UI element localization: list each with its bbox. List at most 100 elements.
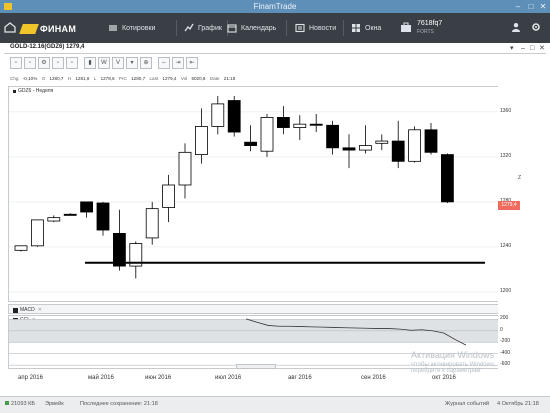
event-log-link[interactable]: Журнал событий [445,401,489,407]
x-tick-label: июл 2016 [215,375,242,381]
account-id: 7618fq7 [417,20,443,27]
home-icon[interactable] [4,22,16,33]
candle-body [326,124,340,149]
low-value: 1278,6 [100,76,115,81]
memory-status: 21093 КБ [5,401,35,407]
candle-body [47,217,61,222]
nav-chart-label: График [198,24,222,32]
logo-mark [19,23,39,34]
window-title: FinamTrade [253,2,297,11]
nav-news-button[interactable]: Новости [294,21,336,35]
candle-body [145,208,159,239]
minimize-chart-icon[interactable]: – [521,43,525,54]
date-value: 21:18 [223,76,236,81]
watermark-line-3: перейдите к параметрам [411,368,481,374]
quote-info-bar: Chg -0,10% O 1280,7 H 1281,6 L 1278,6 Pr… [10,76,238,81]
fit-icon[interactable]: ⇔ [158,57,170,69]
logo-text: ФИНАМ [40,23,77,34]
user-icon[interactable] [511,22,521,32]
prc-value: 1280,7 [131,76,146,81]
save-status: Последнее сохранение: 21:18 [80,401,158,407]
nav-calendar-label: Календарь [241,24,277,32]
high-label: H [67,76,72,81]
side-marker: Z [518,175,522,181]
close-icon[interactable]: ✕ [538,2,548,11]
open-doc-icon[interactable]: ▫ [24,57,36,69]
autoscroll-icon[interactable]: ⇤ [186,57,198,69]
cci-tick-label: -200 [500,338,511,345]
macd-pane-label: MACD ✕ [13,307,42,313]
settings-icon[interactable]: ⚙ [38,57,50,69]
maximize-chart-icon[interactable]: □ [530,43,534,54]
candles-icon[interactable]: ▮ [84,57,96,69]
nav-calendar-button[interactable]: Календарь [226,21,276,35]
status-dot-icon [5,401,9,405]
cci-tick-label: -400 [500,349,511,356]
nav-quotes-button[interactable]: Котировки [107,21,155,35]
maximize-icon[interactable]: □ [526,2,536,11]
vol-label: Vol [180,76,188,81]
candle-body [358,145,372,151]
scrollbar-thumb[interactable] [236,364,276,369]
nav-windows-button[interactable]: Окна [350,21,381,35]
y-tick-label: 1240 [500,242,512,249]
candle-body [113,233,126,267]
low-label: L [93,76,97,81]
finamtrade-app: FinamTrade – □ ✕ ФИНАМ Котировки График [0,0,550,413]
chart-window-title: GOLD-12.16(GDZ6) 1279,4 [10,44,85,50]
zoom-icon[interactable]: W [98,57,110,69]
template-icon[interactable]: ▫ [66,57,78,69]
y-axis: 120012401280132013602000-200-400-600 [498,86,546,369]
x-tick-label: июн 2016 [145,375,172,381]
pin-icon[interactable]: ▾ [510,43,514,54]
candle-body [63,213,77,216]
windows-icon [350,23,361,34]
close-pane-icon[interactable]: ✕ [38,307,42,313]
fit-right-icon[interactable]: ⇥ [172,57,184,69]
pane-marker-icon [13,307,18,313]
minimize-icon[interactable]: – [513,2,523,11]
toolbar-divider [176,20,177,36]
y-tick-label: 1200 [500,287,512,294]
calendar-icon [226,23,237,34]
candle-body [391,140,405,162]
x-tick-label: сен 2016 [361,375,386,381]
nav-windows-label: Окна [365,24,382,32]
watermark-line-1: Активация Windows [411,350,494,360]
x-tick-label: май 2016 [88,375,114,381]
candle-body [293,123,307,128]
toolbar-divider [286,20,287,36]
vol-value: 6020,8 [191,76,206,81]
nav-quotes-label: Котировки [122,24,156,32]
title-bar: FinamTrade – □ ✕ [0,0,550,13]
activation-watermark: Активация Windows Чтобы активировать Win… [411,350,496,374]
close-chart-icon[interactable]: ✕ [539,43,545,54]
crosshair-icon[interactable]: ⊕ [140,57,152,69]
candle-body [260,117,274,152]
mode-status: Эрвейк [45,401,64,407]
finam-logo: ФИНАМ [19,22,77,35]
candle-body [276,117,290,128]
indicator-icon[interactable]: ▾ [126,57,138,69]
wave-icon[interactable]: V [112,57,124,69]
candlestick-chart [9,96,499,293]
nav-chart-button[interactable]: График [183,21,222,35]
quotes-icon [107,23,118,34]
macd-pane-title: MACD [20,307,35,313]
account-selector[interactable]: 7618fq7 FORTS [400,20,480,37]
x-tick-label: апр 2016 [18,375,43,381]
candle-body [30,219,44,247]
new-doc-icon[interactable]: ▫ [10,57,22,69]
price-pane[interactable]: GDZ6 - Неделя ⇞ ▾ [8,86,518,302]
chart-tools: ▫ ▫ ⚙ ▫ ▫ ▮ W V ▾ ⊕ ⇔ ⇥ ⇤ [4,56,546,72]
y-tick-label: 1320 [500,152,512,159]
candle-body [408,129,422,162]
candle-body [194,126,208,155]
last-value: 1279,4 [162,76,177,81]
gear-icon[interactable] [531,22,541,32]
last-label: Last [149,76,159,81]
macd-pane[interactable]: MACD ✕ [8,304,518,314]
properties-icon[interactable]: ▫ [52,57,64,69]
candle-body [178,151,192,186]
candle-body [440,154,454,203]
